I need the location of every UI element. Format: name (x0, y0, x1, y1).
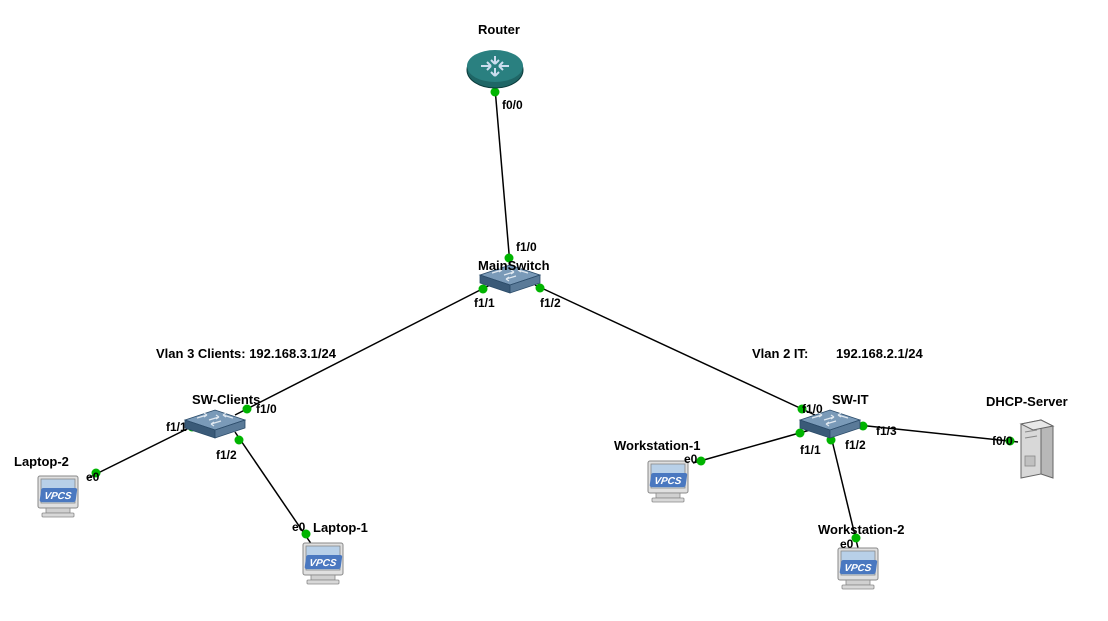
vlan2-annotation-ip: 192.168.2.1/24 (836, 346, 923, 361)
port-swclients-f12: f1/2 (216, 448, 237, 462)
links-layer (88, 88, 1018, 548)
router-icon[interactable] (467, 50, 523, 88)
link-router-mainswitch[interactable] (495, 88, 510, 265)
laptop2-label: Laptop-2 (14, 454, 69, 469)
port-swit-f12: f1/2 (845, 438, 866, 452)
port-mainswitch-f11: f1/1 (474, 296, 495, 310)
port-router-f00: f0/0 (502, 98, 523, 112)
laptop1-label: Laptop-1 (313, 520, 368, 535)
port-laptop1-e0: e0 (292, 520, 305, 534)
port-swit-f13: f1/3 (876, 424, 897, 438)
router-label: Router (478, 22, 520, 37)
vlan3-annotation: Vlan 3 Clients: 192.168.3.1/24 (156, 346, 336, 361)
port-workstation2-e0: e0 (840, 537, 853, 551)
mainswitch-label: MainSwitch (478, 258, 550, 273)
port-workstation1-e0: e0 (684, 452, 697, 466)
port-dhcp-f00: f0/0 (992, 434, 1013, 448)
dhcpserver-label: DHCP-Server (986, 394, 1068, 409)
port-swclients-f10: f1/0 (256, 402, 277, 416)
port-swit-f11: f1/1 (800, 443, 821, 457)
network-topology-canvas: { "devices": { "router": { "label": "Rou… (0, 0, 1108, 621)
link-swit-workstation1[interactable] (693, 430, 810, 463)
workstation1-icon[interactable] (648, 461, 688, 502)
port-swclients-f11: f1/1 (166, 420, 187, 434)
swit-label: SW-IT (832, 392, 869, 407)
port-mainswitch-f12: f1/2 (540, 296, 561, 310)
port-laptop2-e0: e0 (86, 470, 99, 484)
swclients-label: SW-Clients (192, 392, 260, 407)
port-swit-f10: f1/0 (802, 402, 823, 416)
dhcpserver-icon[interactable] (1021, 420, 1053, 478)
vlan2-annotation-label: Vlan 2 IT: (752, 346, 808, 361)
workstation2-icon[interactable] (838, 548, 878, 589)
workstation2-label: Workstation-2 (818, 522, 904, 537)
port-mainswitch-f10: f1/0 (516, 240, 537, 254)
workstation1-label: Workstation-1 (614, 438, 700, 453)
laptop1-icon[interactable] (303, 543, 343, 584)
status-dots (92, 88, 1015, 543)
laptop2-icon[interactable] (38, 476, 78, 517)
topology-svg: VPCS (0, 0, 1108, 621)
